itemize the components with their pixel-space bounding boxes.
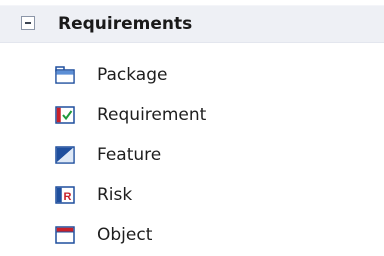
- section-title: Requirements: [58, 14, 193, 34]
- object-icon: [55, 226, 75, 244]
- tool-label: Risk: [97, 185, 133, 205]
- requirements-section-header[interactable]: Requirements: [0, 5, 384, 43]
- tool-item-object[interactable]: Object: [0, 216, 384, 256]
- tool-item-risk[interactable]: R Risk: [0, 176, 384, 216]
- tool-label: Package: [97, 65, 168, 85]
- tool-list: Package Requirement Feature R Risk Objec…: [0, 56, 384, 256]
- risk-icon: R: [55, 186, 75, 204]
- tool-item-feature[interactable]: Feature: [0, 136, 384, 176]
- tool-label: Feature: [97, 145, 162, 165]
- toolbox-panel: Requirements Package Requirement Feature…: [0, 0, 384, 256]
- tool-label: Requirement: [97, 105, 207, 125]
- package-icon: [55, 66, 75, 84]
- svg-text:R: R: [64, 191, 72, 203]
- feature-icon: [55, 146, 75, 164]
- tool-item-requirement[interactable]: Requirement: [0, 96, 384, 136]
- collapse-icon[interactable]: [21, 16, 35, 30]
- tool-label: Object: [97, 225, 153, 245]
- requirement-icon: [55, 106, 75, 124]
- tool-item-package[interactable]: Package: [0, 56, 384, 96]
